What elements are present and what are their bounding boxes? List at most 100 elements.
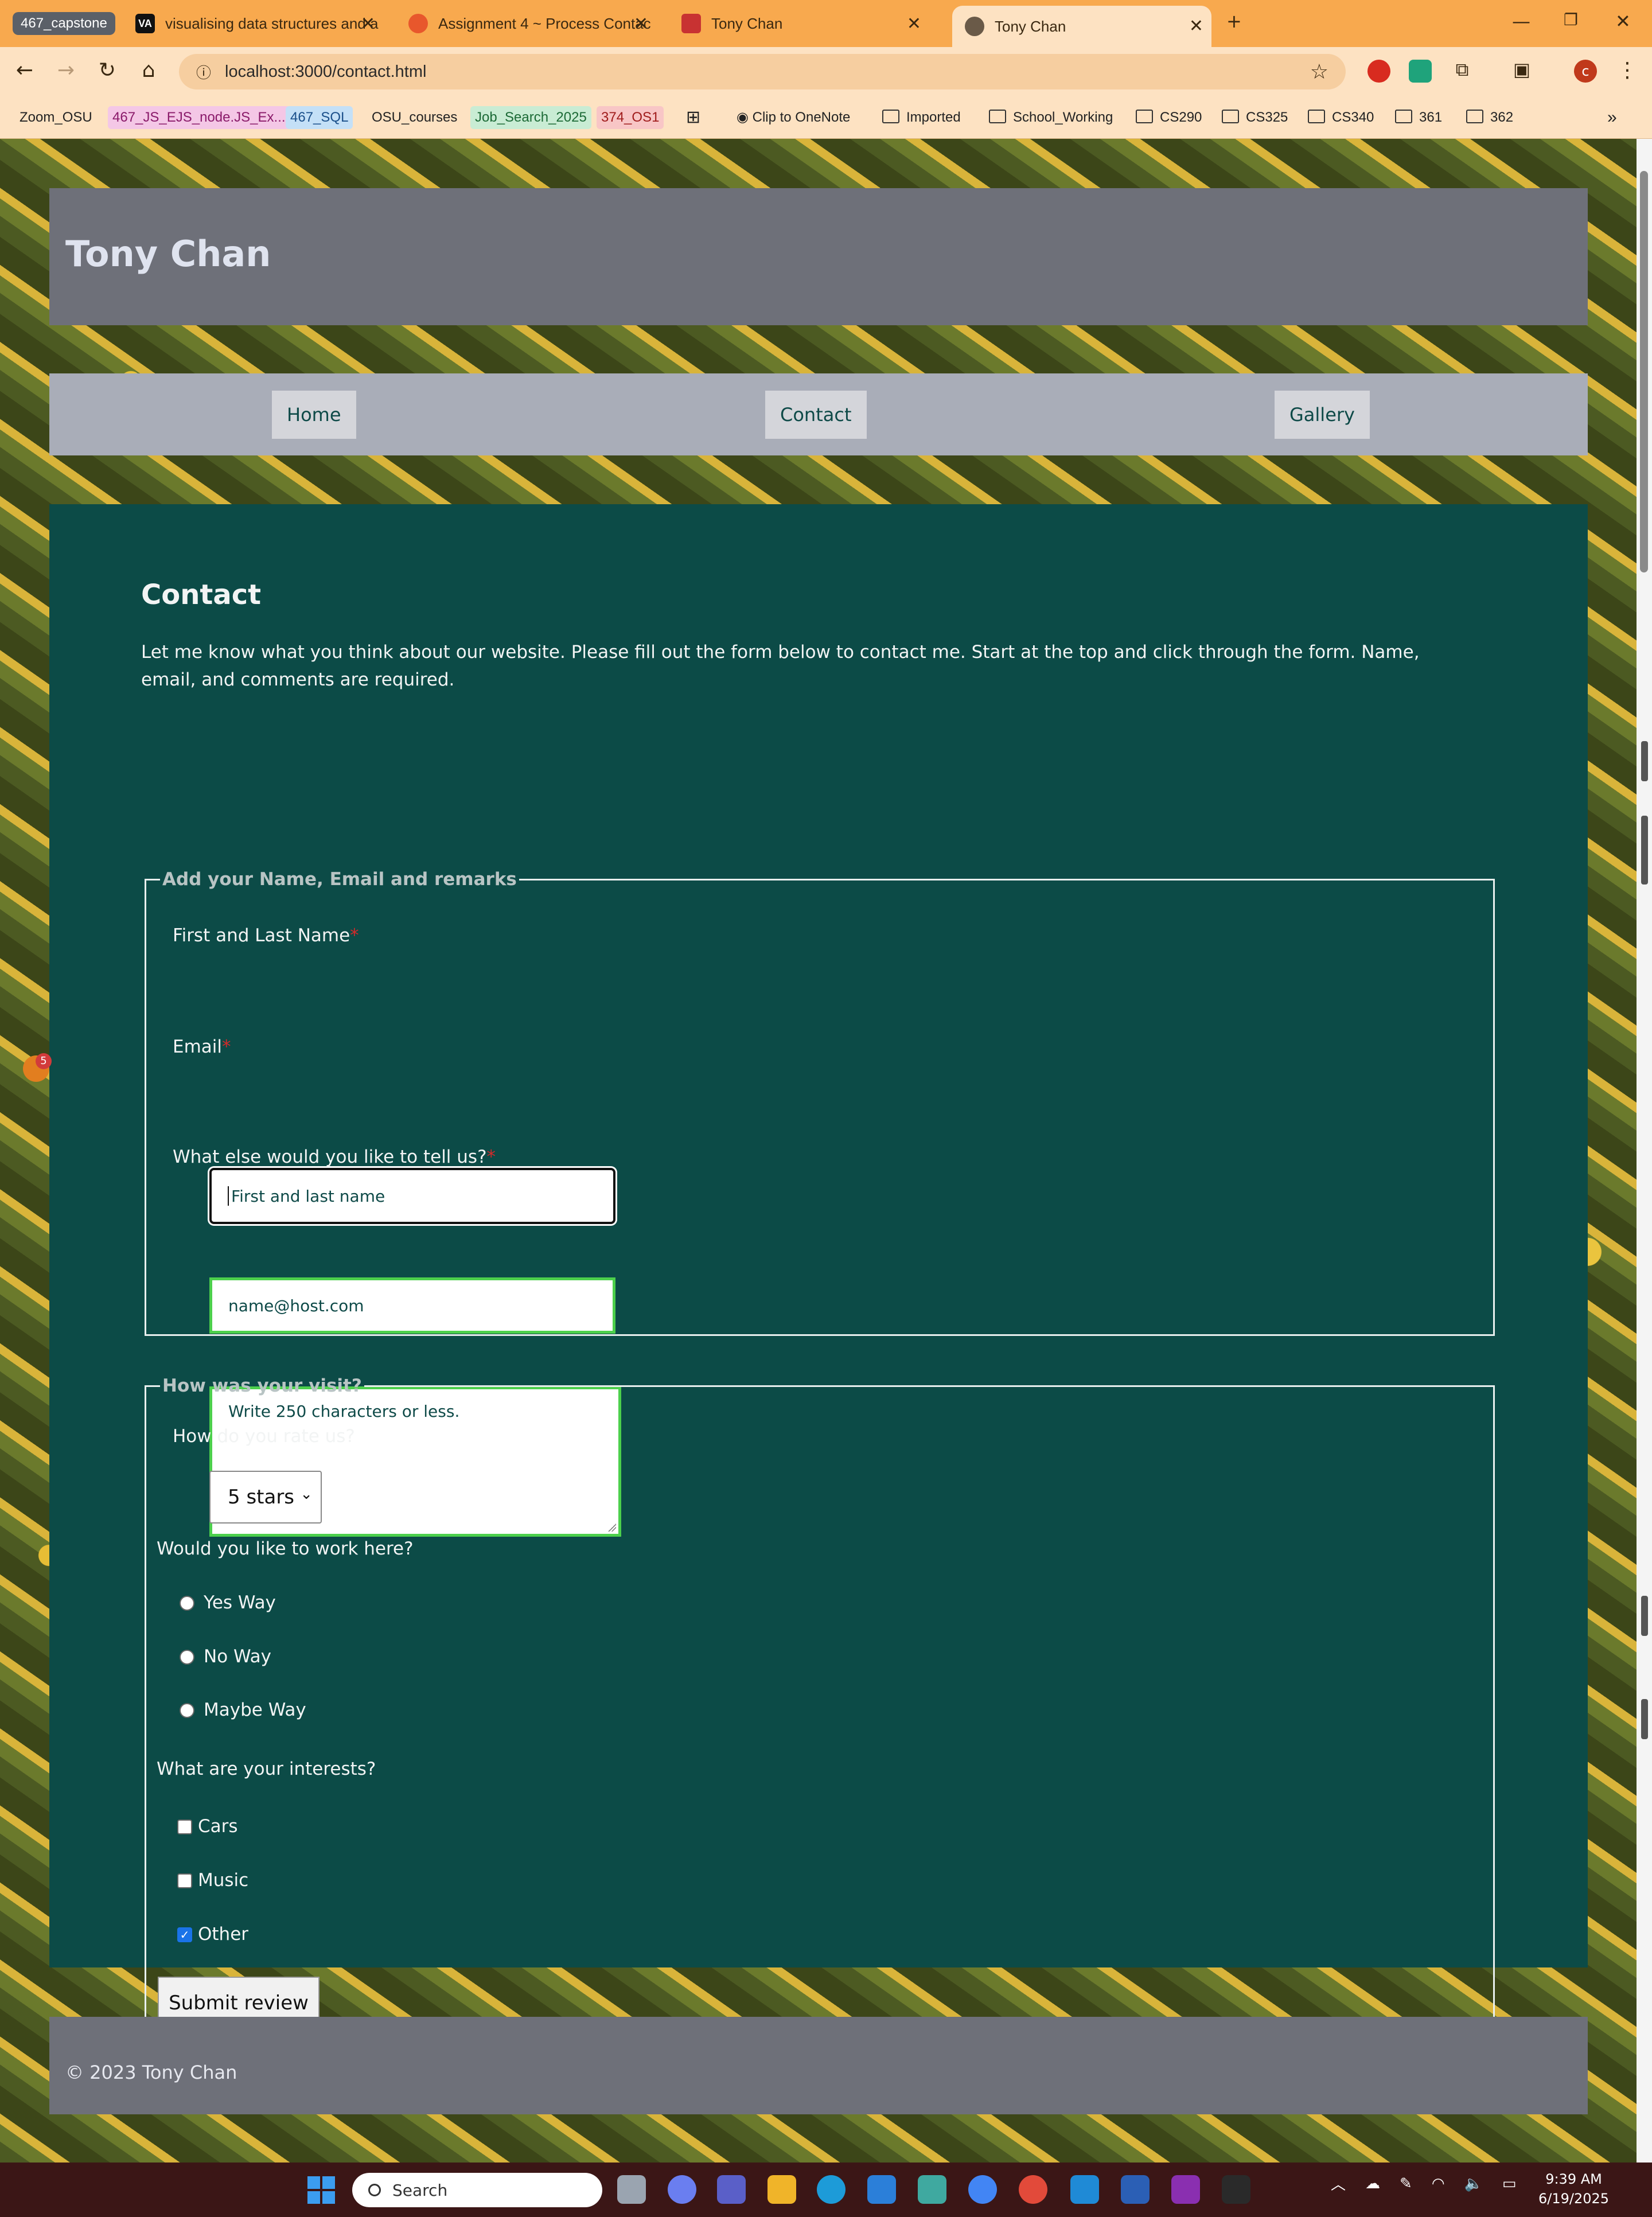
main-content: Contact Let me know what you think about… xyxy=(49,504,1588,2029)
site-nav: Home Contact Gallery xyxy=(49,373,1588,455)
close-tab-icon[interactable]: ✕ xyxy=(1189,16,1203,36)
chrome-profile-icon[interactable] xyxy=(1019,2175,1047,2204)
volume-icon[interactable]: 🔈 xyxy=(1464,2175,1483,2192)
site-title: Tony Chan xyxy=(65,233,271,275)
wifi-icon[interactable]: ◠ xyxy=(1432,2175,1445,2192)
bookmark-folder-imported[interactable]: Imported xyxy=(878,106,965,129)
checkbox-cars[interactable] xyxy=(177,1819,192,1834)
tab-visualising[interactable]: VA visualising data structures and a ✕ xyxy=(135,6,383,41)
visualgo-favicon-icon: VA xyxy=(135,14,155,33)
bookmark-folder-361[interactable]: 361 xyxy=(1390,106,1447,129)
bookmark-folder-school-working[interactable]: School_Working xyxy=(984,106,1117,129)
store-icon[interactable] xyxy=(867,2175,896,2204)
bookmark-467-sql[interactable]: 467_SQL xyxy=(286,106,353,129)
bookmark-folder-362[interactable]: 362 xyxy=(1462,106,1518,129)
site-header: Tony Chan xyxy=(49,188,1588,325)
intro-text: Let me know what you think about our web… xyxy=(141,642,1420,690)
clock[interactable]: 9:39 AM 6/19/2025 xyxy=(1538,2169,1609,2208)
teams-icon[interactable] xyxy=(717,2175,746,2204)
bookmark-467-js[interactable]: 467_JS_EJS_node.JS_Ex... xyxy=(108,106,290,129)
more-bookmarks-icon[interactable]: » xyxy=(1603,106,1622,129)
edge-icon[interactable] xyxy=(817,2175,846,2204)
nav-home[interactable]: Home xyxy=(272,391,356,439)
page-viewport: Tony Chan Home Contact Gallery Contact L… xyxy=(0,139,1637,2163)
copilot-icon[interactable] xyxy=(668,2175,696,2204)
bookmark-clip-onenote[interactable]: ◉ Clip to OneNote xyxy=(732,106,855,129)
browser-toolbar: ← → ↻ ⌂ ⓘ localhost:3000/contact.html ☆ … xyxy=(0,47,1652,96)
home-icon[interactable]: ⌂ xyxy=(135,59,162,82)
bookmark-zoom-osu[interactable]: Zoom_OSU xyxy=(15,106,97,129)
radio-no-way[interactable] xyxy=(180,1650,194,1665)
restore-icon[interactable]: ❐ xyxy=(1564,10,1578,29)
forward-icon[interactable]: → xyxy=(53,59,79,82)
interests-label: What are your interests? xyxy=(157,1759,376,1779)
clock-date: 6/19/2025 xyxy=(1538,2191,1610,2207)
task-view-icon[interactable] xyxy=(617,2175,646,2204)
adblock-extension-icon[interactable] xyxy=(1367,60,1390,83)
minimize-icon[interactable]: — xyxy=(1512,10,1530,32)
name-field[interactable]: First and last name xyxy=(209,1168,615,1224)
windows-start-icon[interactable] xyxy=(307,2176,335,2204)
site-info-icon[interactable]: ⓘ xyxy=(196,61,211,83)
vscode-icon[interactable] xyxy=(1070,2175,1099,2204)
new-tab-icon[interactable]: + xyxy=(1226,10,1242,32)
page-scrollbar[interactable] xyxy=(1637,139,1652,2163)
window-close-icon[interactable]: ✕ xyxy=(1615,10,1631,32)
bookmark-374-os1[interactable]: 374_OS1 xyxy=(597,106,664,129)
onenote-icon[interactable] xyxy=(1171,2175,1200,2204)
checkbox-other[interactable]: ✓ xyxy=(177,1927,192,1942)
battery-icon[interactable]: ▭ xyxy=(1502,2175,1517,2192)
nav-contact[interactable]: Contact xyxy=(765,391,867,439)
back-icon[interactable]: ← xyxy=(11,59,38,82)
email-field[interactable]: name@host.com xyxy=(209,1277,615,1334)
radio-maybe-way[interactable] xyxy=(180,1703,194,1718)
bookmark-folder-cs290[interactable]: CS290 xyxy=(1131,106,1206,129)
search-placeholder: Search xyxy=(392,2180,448,2200)
close-tab-icon[interactable]: ✕ xyxy=(907,14,921,34)
scroll-thumb[interactable] xyxy=(1640,171,1648,572)
bookmark-osu-courses[interactable]: OSU_courses xyxy=(367,106,462,129)
profile-avatar[interactable]: c xyxy=(1574,60,1597,83)
radio-yes-way[interactable] xyxy=(180,1596,194,1611)
bookmark-label: Clip to OneNote xyxy=(752,110,851,125)
extensions-puzzle-icon[interactable]: ⧉ xyxy=(1449,59,1475,81)
word-icon[interactable] xyxy=(1121,2175,1150,2204)
tab-tony-chan-active[interactable]: Tony Chan ✕ xyxy=(952,6,1211,47)
close-tab-icon[interactable]: ✕ xyxy=(634,14,648,34)
reload-icon[interactable]: ↻ xyxy=(94,59,120,82)
radio-label: Yes Way xyxy=(204,1592,276,1613)
file-explorer-icon[interactable] xyxy=(767,2175,796,2204)
bookmark-job-search[interactable]: Job_Search_2025 xyxy=(470,106,591,129)
acrobat-icon[interactable] xyxy=(1222,2175,1250,2204)
tab-search-icon[interactable]: ▣ xyxy=(1509,59,1535,80)
search-icon xyxy=(368,2184,381,2196)
address-bar[interactable]: ⓘ localhost:3000/contact.html ☆ xyxy=(179,54,1346,89)
work-label: Would you like to work here? xyxy=(157,1538,414,1559)
tab-tony-chan-1[interactable]: Tony Chan ✕ xyxy=(681,6,929,41)
required-marker: * xyxy=(486,1147,496,1167)
checkbox-label: Other xyxy=(198,1924,249,1945)
checkbox-music[interactable] xyxy=(177,1873,192,1888)
extension-icon[interactable] xyxy=(1409,60,1432,83)
bookmark-folder-cs325[interactable]: CS325 xyxy=(1217,106,1292,129)
apps-grid-icon[interactable]: ⊞ xyxy=(681,106,705,129)
pen-icon[interactable]: ✎ xyxy=(1400,2175,1412,2192)
menu-kebab-icon[interactable]: ⋮ xyxy=(1614,59,1641,82)
scroll-marker xyxy=(1641,1596,1648,1636)
chrome-icon[interactable] xyxy=(968,2175,997,2204)
nav-gallery[interactable]: Gallery xyxy=(1275,391,1370,439)
chevron-up-icon[interactable]: ︿ xyxy=(1331,2173,1346,2194)
m365-icon[interactable] xyxy=(918,2175,946,2204)
url-text: localhost:3000/contact.html xyxy=(225,62,427,81)
tab-assignment-4[interactable]: Assignment 4 ~ Process Contac ✕ xyxy=(408,6,656,41)
checkbox-label: Music xyxy=(198,1870,249,1891)
onedrive-icon[interactable]: ☁ xyxy=(1365,2175,1380,2192)
os-taskbar: Search ︿ ☁ ✎ ◠ 🔈 ▭ 9:39 AM 6/19/2025 xyxy=(0,2163,1652,2217)
close-tab-icon[interactable]: ✕ xyxy=(361,14,375,34)
bookmark-star-icon[interactable]: ☆ xyxy=(1310,60,1328,84)
radio-label: No Way xyxy=(204,1646,272,1667)
tab-group-467-capstone[interactable]: 467_capstone xyxy=(13,12,115,35)
taskbar-search[interactable]: Search xyxy=(352,2173,602,2207)
rating-select[interactable]: 5 stars ⌄ xyxy=(209,1471,322,1524)
bookmark-folder-cs340[interactable]: CS340 xyxy=(1303,106,1378,129)
